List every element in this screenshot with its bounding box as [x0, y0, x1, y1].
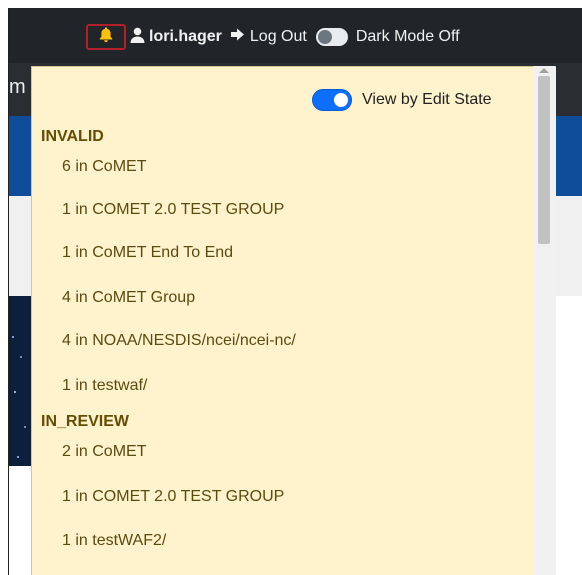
logout-label: Log Out: [249, 28, 307, 45]
list-item[interactable]: 2 in CoMET: [62, 443, 146, 461]
notifications-dropdown: View by Edit State INVALID 6 in CoMET 1 …: [31, 66, 556, 575]
dark-mode-label: Dark Mode Off: [355, 28, 460, 45]
view-by-edit-state-toggle[interactable]: View by Edit State: [312, 89, 492, 111]
dropdown-scrollbar[interactable]: [533, 66, 555, 575]
list-item[interactable]: 4 in CoMET Group: [62, 289, 195, 307]
view-toggle-label: View by Edit State: [362, 91, 492, 108]
scrollbar-thumb[interactable]: [538, 76, 550, 244]
sign-out-icon: [230, 27, 250, 47]
section-heading-invalid: INVALID: [41, 128, 104, 145]
app-window: lori.hager Log Out Dark Mode Off m View …: [8, 8, 582, 575]
user-icon: [130, 27, 149, 48]
username-label: lori.hager: [149, 28, 222, 45]
section-heading-in-review: IN_REVIEW: [41, 413, 130, 430]
list-item[interactable]: 1 in COMET 2.0 TEST GROUP: [62, 201, 284, 219]
list-item[interactable]: 6 in CoMET: [62, 158, 146, 176]
user-menu[interactable]: lori.hager: [130, 27, 222, 48]
top-navbar: lori.hager Log Out Dark Mode Off: [9, 8, 582, 63]
notifications-button[interactable]: [86, 24, 126, 50]
bell-icon: [98, 26, 114, 48]
scroll-up-arrow-icon[interactable]: [539, 68, 549, 73]
page-title-fragment: m: [9, 76, 26, 98]
list-item[interactable]: 4 in NOAA/NESDIS/ncei/ncei-nc/: [62, 332, 296, 350]
view-toggle-switch[interactable]: [312, 89, 352, 111]
list-item[interactable]: 1 in CoMET End To End: [62, 244, 233, 262]
background-image: [9, 296, 31, 466]
logout-link[interactable]: Log Out: [230, 27, 307, 47]
list-item[interactable]: 1 in testwaf/: [62, 377, 147, 395]
list-item[interactable]: 1 in testWAF2/: [62, 532, 166, 550]
dark-mode-toggle[interactable]: [315, 28, 348, 46]
list-item[interactable]: 1 in COMET 2.0 TEST GROUP: [62, 488, 284, 506]
navbar-user-controls: lori.hager Log Out Dark Mode Off: [86, 24, 460, 50]
